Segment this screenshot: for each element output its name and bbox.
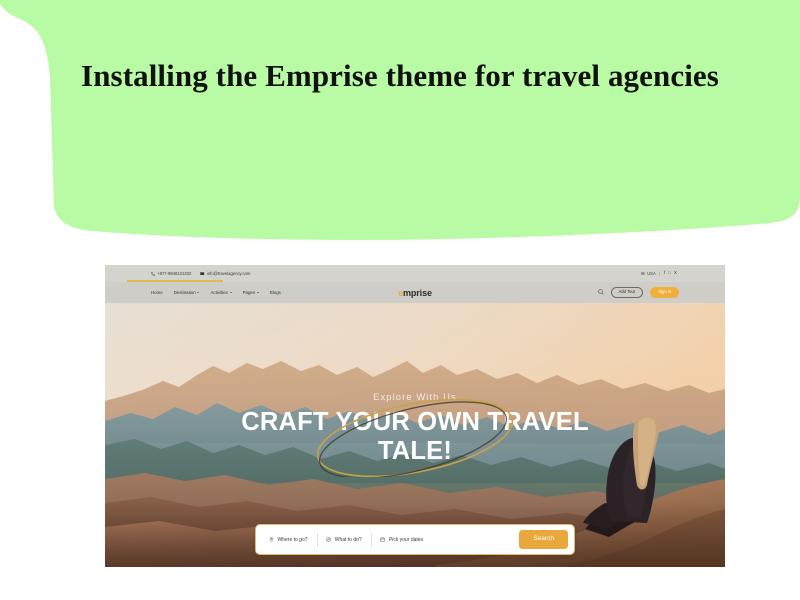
- globe-icon: [641, 271, 645, 276]
- navbar-actions: Add Tour Sign in: [597, 286, 679, 299]
- add-tour-button[interactable]: Add Tour: [610, 286, 644, 299]
- logo-text: mprise: [402, 287, 432, 298]
- nav-item-destination[interactable]: Destination: [174, 290, 200, 295]
- email-address: info@travelagency.com: [206, 271, 251, 276]
- search-field-label: Where to go?: [277, 536, 308, 543]
- calendar-icon: [380, 537, 386, 542]
- sign-in-button[interactable]: Sign in: [650, 287, 679, 298]
- phone-icon: [151, 271, 155, 276]
- facebook-icon[interactable]: f: [664, 271, 665, 276]
- hero-search-widget: Where to go? What to do? Pick your dates: [255, 524, 575, 555]
- nav-label: Blogs: [269, 290, 281, 295]
- phone-contact[interactable]: +977-9848131232: [151, 271, 191, 276]
- search-submit-button[interactable]: Search: [519, 530, 568, 549]
- website-screenshot: +977-9848131232 info@travelagency.com US…: [105, 265, 725, 567]
- compass-icon: [326, 537, 331, 542]
- social-links: f □ X: [664, 271, 677, 276]
- hero-section: Explore With Us CRAFT YOUR OWN TRAVEL TA…: [105, 303, 725, 567]
- site-navbar: Home Destination Activities Pages Blogs …: [105, 282, 725, 303]
- nav-label: Pages: [242, 290, 256, 295]
- phone-number: +977-9848131232: [157, 271, 192, 276]
- twitter-x-icon[interactable]: X: [674, 271, 677, 276]
- logo-accent-letter: e: [398, 287, 403, 298]
- page-title: Installing the Emprise theme for travel …: [81, 58, 719, 93]
- search-field-dates[interactable]: Pick your dates: [371, 537, 432, 543]
- nav-label: Destination: [173, 290, 196, 295]
- nav-item-activities[interactable]: Activities: [210, 290, 232, 295]
- banner-svg: [0, 0, 800, 240]
- locale-selector[interactable]: USA: [641, 271, 656, 276]
- main-navigation: Home Destination Activities Pages Blogs: [151, 290, 281, 295]
- search-field-label: Pick your dates: [388, 536, 424, 543]
- topbar-contact-group: +977-9848131232 info@travelagency.com: [151, 271, 250, 276]
- location-pin-icon: [269, 537, 274, 542]
- locale-label: USA: [647, 271, 656, 276]
- search-field-label: What to do?: [334, 536, 362, 543]
- slide-banner-shape: [0, 0, 800, 245]
- nav-label: Home: [151, 290, 163, 295]
- chevron-down-icon: [256, 292, 259, 293]
- nav-label: Activities: [210, 290, 228, 295]
- topbar-separator: |: [659, 271, 661, 276]
- chevron-down-icon: [197, 292, 200, 293]
- nav-item-home[interactable]: Home: [151, 290, 163, 295]
- nav-item-pages[interactable]: Pages: [243, 290, 259, 295]
- nav-item-blogs[interactable]: Blogs: [270, 290, 281, 295]
- search-icon[interactable]: [597, 289, 604, 296]
- site-topbar: +977-9848131232 info@travelagency.com US…: [105, 265, 725, 282]
- search-field-destination[interactable]: Where to go?: [256, 537, 317, 543]
- topbar-locale-social-group: USA | f □ X: [641, 271, 677, 276]
- banner-path: [0, 0, 800, 240]
- chevron-down-icon: [229, 292, 232, 293]
- email-contact[interactable]: info@travelagency.com: [200, 271, 250, 276]
- mail-icon: [200, 272, 205, 275]
- instagram-icon[interactable]: □: [668, 271, 671, 276]
- search-field-activity[interactable]: What to do?: [317, 537, 370, 543]
